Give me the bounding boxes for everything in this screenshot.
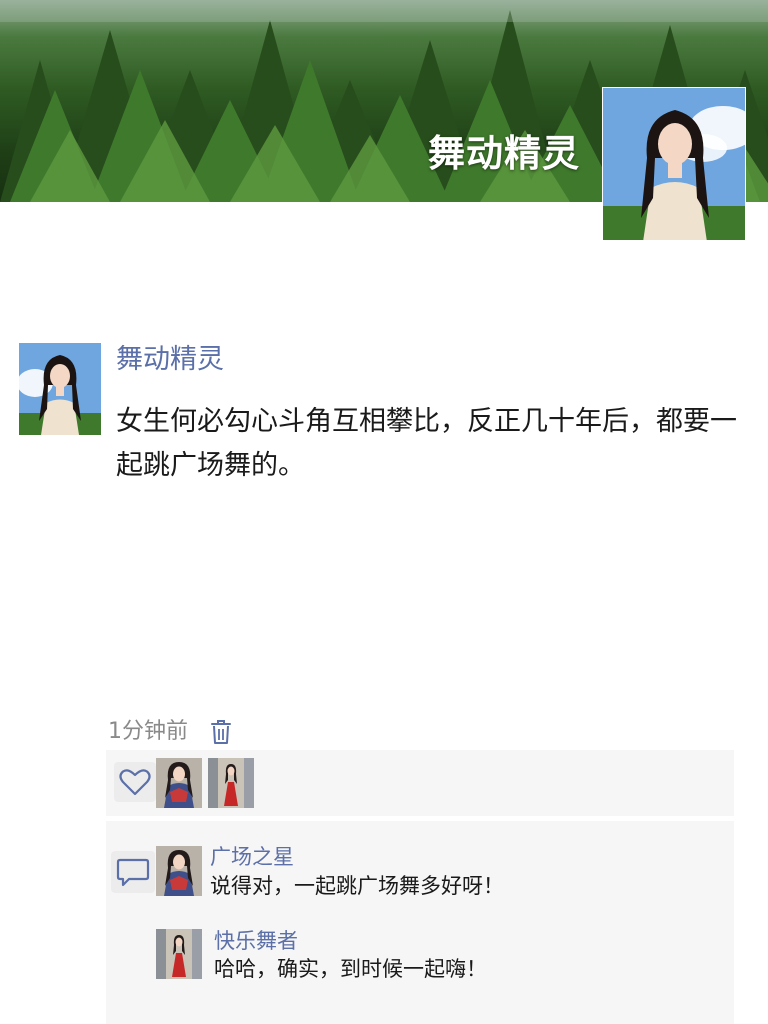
woman-in-costume-avatar-icon	[156, 758, 202, 808]
trash-icon[interactable]	[210, 717, 234, 747]
comments-panel: 广场之星 说得对，一起跳广场舞多好呀！ 快乐舞者 哈哈，确实，到时候一起嗨！	[106, 821, 734, 1024]
comment-author-name[interactable]: 广场之星	[210, 843, 294, 871]
like-user-avatar[interactable]	[156, 758, 202, 808]
woman-in-costume-avatar-icon	[156, 846, 202, 896]
woman-in-red-dress-avatar-icon	[156, 929, 202, 979]
comment-item[interactable]: 快乐舞者 哈哈，确实，到时候一起嗨！	[156, 929, 716, 981]
woman-portrait-avatar-icon	[19, 343, 101, 435]
post-timestamp: 1分钟前	[108, 719, 188, 744]
comment-item[interactable]: 广场之星 说得对，一起跳广场舞多好呀！	[156, 843, 716, 898]
woman-portrait-avatar-icon	[603, 88, 745, 240]
comment-author-name[interactable]: 快乐舞者	[214, 927, 298, 955]
post-author-name[interactable]: 舞动精灵	[116, 342, 224, 378]
comment-icon[interactable]	[111, 851, 155, 893]
comment-author-avatar[interactable]	[156, 929, 202, 979]
cover-username: 舞动精灵	[428, 132, 580, 175]
heart-icon[interactable]	[114, 762, 156, 802]
comment-text: 哈哈，确实，到时候一起嗨！	[214, 957, 487, 981]
post-meta: 1分钟前	[108, 714, 234, 750]
comment-text: 说得对，一起跳广场舞多好呀！	[210, 874, 504, 898]
woman-in-red-dress-avatar-icon	[208, 758, 254, 808]
post-content: 女生何必勾心斗角互相攀比，反正几十年后，都要一起跳广场舞的。	[116, 406, 737, 481]
like-user-avatar[interactable]	[208, 758, 254, 808]
profile-avatar[interactable]	[602, 87, 746, 241]
moments-page: 舞动精灵 舞动精灵 女生何必勾心斗角互相攀比，反正几十年后，都要一起跳广场舞的。…	[0, 0, 768, 1024]
comment-author-avatar[interactable]	[156, 846, 202, 896]
likes-panel	[106, 750, 734, 816]
post-author-avatar[interactable]	[19, 343, 101, 435]
